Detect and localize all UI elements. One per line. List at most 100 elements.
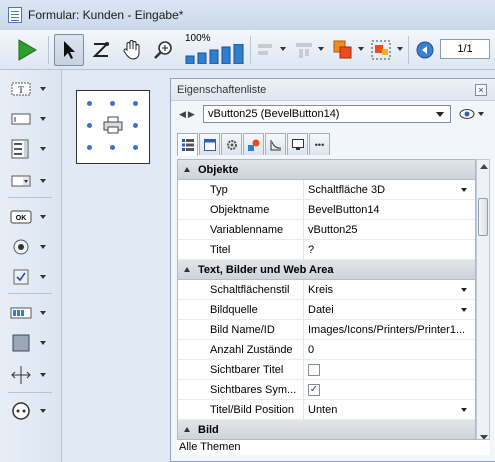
pointer-tool[interactable] — [54, 34, 84, 66]
chevron-down-icon — [461, 308, 467, 312]
chevron-down-icon — [478, 112, 484, 116]
property-row[interactable]: Sichtbares Sym... ✓ — [178, 380, 475, 400]
layers-icon — [333, 40, 352, 59]
section-title: Text, Bilder und Web Area — [198, 263, 334, 276]
tab-graph[interactable] — [265, 133, 286, 155]
form-icon — [8, 7, 22, 23]
object-tools-palette: T OK — [0, 70, 62, 462]
property-name: Bild Name/ID — [178, 320, 304, 339]
run-button[interactable] — [12, 34, 42, 66]
group-icon — [371, 40, 391, 60]
property-grid: Objekte Typ Schaltfläche 3D Objektname B… — [177, 159, 476, 445]
property-name: Sichtbares Sym... — [178, 380, 304, 399]
previous-page-button[interactable] — [414, 34, 436, 66]
radio-tool[interactable] — [10, 236, 58, 258]
chevron-down-icon — [358, 47, 364, 51]
distribute-icon — [296, 43, 312, 58]
property-value[interactable]: Images/Icons/Printers/Printer1... — [304, 320, 475, 339]
property-value[interactable]: Unten — [304, 400, 475, 419]
property-name: Bildquelle — [178, 300, 304, 319]
magnifier-icon — [154, 41, 172, 59]
property-value[interactable]: vButton25 — [304, 220, 475, 239]
tab-more[interactable]: ••• — [309, 133, 330, 155]
bevel-button-object[interactable] — [76, 90, 150, 164]
rectangle-tool[interactable] — [10, 332, 58, 354]
align-tool[interactable] — [254, 34, 278, 66]
button-tool[interactable]: OK — [10, 206, 58, 228]
distribute-tool[interactable] — [292, 34, 316, 66]
property-row[interactable]: Sichtbarer Titel — [178, 360, 475, 380]
chevron-down-icon — [461, 408, 467, 412]
zoom-tool[interactable] — [150, 34, 178, 66]
property-row[interactable]: Anzahl Zustände 0 — [178, 340, 475, 360]
property-name: Sichtbarer Titel — [178, 360, 304, 379]
hand-icon — [123, 40, 140, 60]
property-value-text: Unten — [308, 403, 338, 416]
zoom-slider[interactable] — [184, 40, 246, 64]
object-select[interactable]: vButton25 (BevelButton14) — [203, 105, 451, 123]
plugin-tool[interactable] — [10, 400, 58, 422]
property-row[interactable]: Variablenname vButton25 — [178, 220, 475, 240]
collapse-triangle-icon — [184, 167, 190, 172]
property-row[interactable]: Schaltflächenstil Kreis — [178, 280, 475, 300]
close-icon[interactable]: × — [475, 84, 487, 96]
section-title: Bild — [198, 423, 219, 436]
hand-tool[interactable] — [118, 34, 146, 66]
arrange-tool[interactable] — [330, 34, 356, 66]
tab-objects[interactable] — [243, 133, 264, 155]
property-row[interactable]: Objektname BevelButton14 — [178, 200, 475, 220]
scroll-up-icon — [480, 164, 488, 169]
property-row[interactable]: Typ Schaltfläche 3D — [178, 180, 475, 200]
checkbox-tool[interactable] — [10, 266, 58, 288]
text-tool[interactable]: T — [10, 78, 58, 100]
tab-actions[interactable] — [221, 133, 242, 155]
tab-appearance[interactable] — [199, 133, 220, 155]
splitter-tool[interactable] — [10, 364, 58, 386]
list-icon — [181, 139, 194, 151]
property-list-panel: Eigenschaftenliste × ◀▶ vButton25 (Bevel… — [170, 78, 495, 462]
visible-title-checkbox[interactable] — [308, 363, 320, 376]
indicator-tool[interactable] — [10, 302, 58, 324]
tab-all-properties[interactable] — [177, 133, 198, 156]
radio-button-icon — [10, 238, 32, 256]
property-name: Variablenname — [178, 220, 304, 239]
property-row[interactable]: Bild Name/ID Images/Icons/Printers/Print… — [178, 320, 475, 340]
property-name: Schaltflächenstil — [178, 280, 304, 299]
dropdown-tool[interactable] — [10, 170, 58, 192]
property-tabs: ••• — [177, 133, 331, 156]
toolbar: 100% 1/1 — [0, 30, 495, 70]
property-value[interactable]: Kreis — [304, 280, 475, 299]
object-nav-arrows[interactable]: ◀▶ — [179, 109, 197, 120]
section-header[interactable]: Bild — [178, 420, 475, 440]
tab-display[interactable] — [287, 133, 308, 155]
property-value[interactable]: ? — [304, 240, 475, 259]
property-value[interactable]: BevelButton14 — [304, 200, 475, 219]
visible-icon-checkbox[interactable]: ✓ — [308, 383, 320, 396]
entry-order-tool[interactable] — [88, 34, 114, 66]
property-row[interactable]: Bildquelle Datei — [178, 300, 475, 320]
property-value[interactable]: Datei — [304, 300, 475, 319]
property-row[interactable]: Titel ? — [178, 240, 475, 260]
property-value[interactable]: Schaltfläche 3D — [304, 180, 475, 199]
section-header[interactable]: Text, Bilder und Web Area — [178, 260, 475, 280]
view-options[interactable] — [459, 107, 485, 121]
shapes-icon — [247, 139, 259, 151]
property-row[interactable]: Titel/Bild Position Unten — [178, 400, 475, 420]
section-header[interactable]: Objekte — [178, 160, 475, 180]
panel-title: Eigenschaftenliste — [171, 79, 495, 101]
arrow-cursor-icon — [64, 41, 75, 59]
svg-text:T: T — [18, 85, 24, 95]
themes-filter[interactable]: Alle Themen — [177, 439, 490, 455]
field-tool[interactable] — [10, 108, 58, 130]
group-tool[interactable] — [368, 34, 394, 66]
z-order-icon — [92, 42, 110, 57]
page-indicator[interactable]: 1/1 — [440, 39, 490, 59]
property-value-text: Schaltfläche 3D — [308, 183, 386, 196]
graph-icon — [270, 139, 281, 150]
previous-page-icon — [416, 41, 434, 59]
list-tool[interactable] — [10, 138, 58, 160]
input-field-icon — [10, 110, 32, 128]
property-value[interactable]: 0 — [304, 340, 475, 359]
chevron-down-icon — [461, 288, 467, 292]
property-scrollbar[interactable] — [476, 159, 490, 445]
